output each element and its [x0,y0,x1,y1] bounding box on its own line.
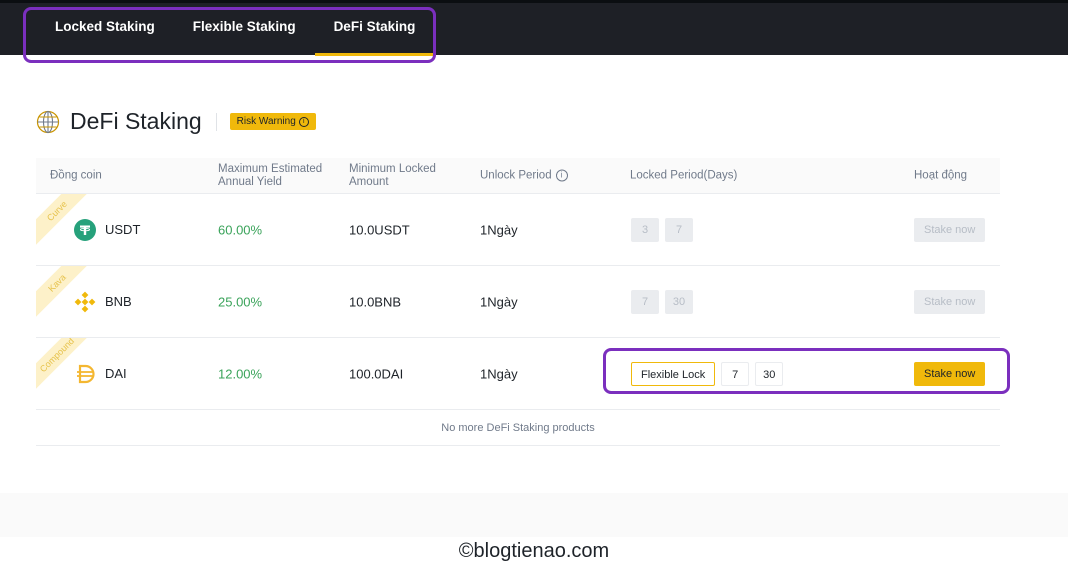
period-option[interactable]: 3 [631,217,659,242]
header-locked-period: Locked Period(Days) [630,169,738,181]
period-option[interactable]: 7 [721,361,750,386]
risk-warning-label: Risk Warning [236,116,296,127]
tab-defi-staking[interactable]: DeFi Staking [314,3,435,56]
footer-band [0,493,1068,537]
period-option[interactable]: 30 [755,361,784,386]
stake-now-button[interactable]: Stake now [914,361,986,386]
header-min-line2: Amount [349,175,389,188]
coin-cell: DAI [74,363,127,385]
header-min-amount: Minimum Locked Amount [349,163,436,189]
unlock-period-value: 1Ngày [480,222,518,237]
yield-value: 25.00% [218,294,263,309]
header-yield-line1: Maximum Estimated [218,162,323,175]
staking-tabs: Locked Staking Flexible Staking DeFi Sta… [36,3,435,56]
header-coin: Đồng coin [50,169,102,181]
period-option[interactable]: 7 [665,217,693,242]
table-row: Curve USDT 60.00% 10.0USDT 1Ngày 3 7 Sta… [36,193,1000,265]
coin-cell: BNB [74,291,132,313]
top-nav-bar: Locked Staking Flexible Staking DeFi Sta… [0,0,1068,56]
table-row: Compound DAI 12.00% 100.0DAI 1Ngày Flexi… [36,337,1000,409]
page-title: DeFi Staking [70,108,202,134]
table-header: Đồng coin Maximum Estimated Annual Yield… [36,158,1000,193]
watermark: ©blogtienao.com [458,540,610,562]
bnb-icon [74,291,96,312]
min-amount-value: 10.0BNB [349,294,402,309]
tab-locked-staking[interactable]: Locked Staking [36,3,174,55]
min-amount-value: 10.0USDT [349,222,410,237]
title-divider [215,112,217,131]
min-amount-value: 100.0DAI [349,366,404,381]
locked-period-options: 7 30 [631,289,699,314]
yield-value: 12.00% [218,366,263,381]
locked-period-options: Flexible Lock 7 30 [631,361,789,386]
header-yield-line2: Annual Yield [218,175,282,188]
coin-name: USDT [105,222,141,237]
header-unlock-period: Unlock Period i [480,169,568,182]
dai-icon [77,364,95,383]
coin-cell: USDT [74,218,141,241]
locked-period-options: 3 7 [631,217,699,242]
period-option-flexible-lock[interactable]: Flexible Lock [631,361,716,386]
period-option[interactable]: 7 [631,289,659,314]
page-header: DeFi Staking Risk Warning i [36,108,316,135]
table-row: Kava BNB 25.00% 10.0BNB 1Ngày 7 30 Stake… [36,265,1000,337]
unlock-period-value: 1Ngày [480,294,518,309]
stake-now-button[interactable]: Stake now [914,217,986,242]
risk-warning-badge[interactable]: Risk Warning i [229,113,316,130]
unlock-period-value: 1Ngày [480,366,518,381]
header-yield: Maximum Estimated Annual Yield [218,163,322,189]
defi-staking-table: Đồng coin Maximum Estimated Annual Yield… [36,158,1000,446]
coin-name: BNB [105,294,132,309]
no-more-products-note: No more DeFi Staking products [36,409,1000,446]
period-option[interactable]: 30 [665,289,693,314]
coin-name: DAI [105,366,127,381]
header-unlock-label: Unlock Period [480,169,552,181]
stake-now-button[interactable]: Stake now [914,289,986,314]
tab-flexible-staking[interactable]: Flexible Staking [174,3,315,55]
globe-icon [36,110,60,133]
yield-value: 60.00% [218,222,263,237]
info-icon: i [298,116,309,127]
info-icon[interactable]: i [555,169,568,182]
header-action: Hoạt động [914,169,968,181]
tether-icon [74,218,96,241]
header-min-line1: Minimum Locked [349,162,436,175]
